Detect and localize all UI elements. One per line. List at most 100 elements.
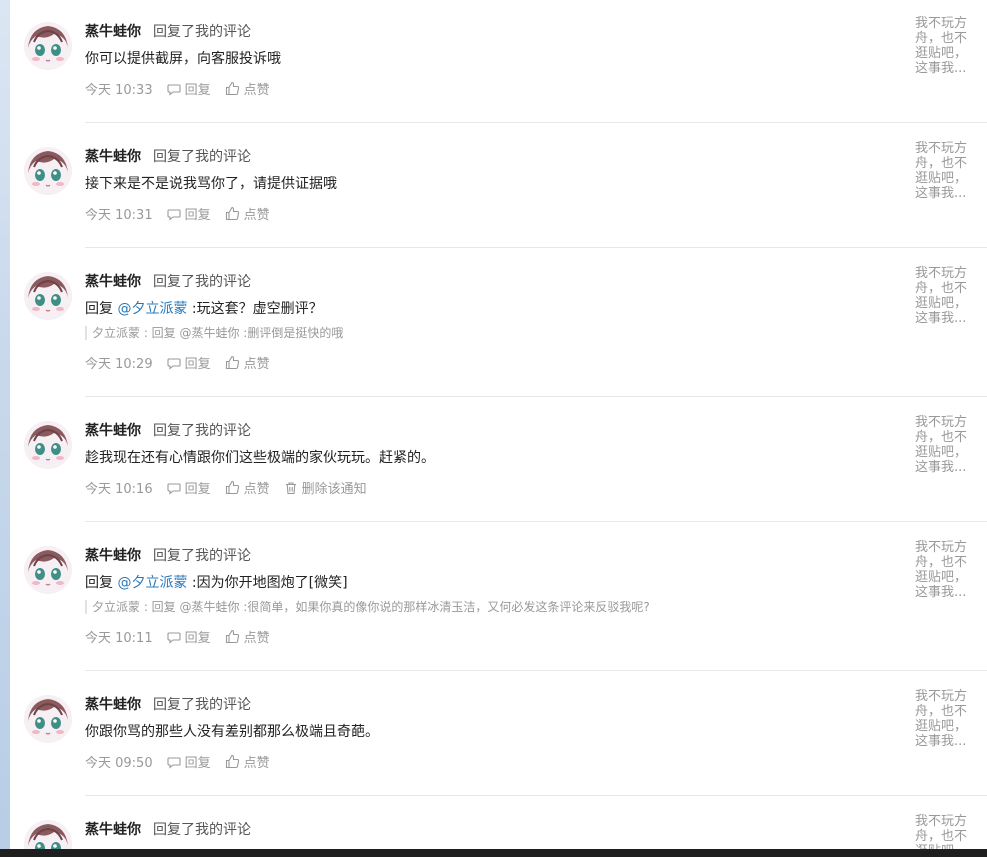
reply-button[interactable]: 回复 — [167, 752, 211, 771]
comment-bubble-icon — [167, 631, 181, 644]
original-post-preview[interactable]: 我不玩方舟，也不逛贴吧，这事我... — [915, 814, 977, 849]
taskbar-edge — [0, 849, 987, 857]
action-text: 回复了我的评论 — [153, 149, 251, 165]
action-text: 回复了我的评论 — [153, 822, 251, 838]
avatar[interactable] — [24, 421, 72, 469]
comment-bubble-icon — [167, 357, 181, 370]
notification-feed: 蒸牛蛙你 回复了我的评论 你可以提供截屏，向客服投诉哦 今天 10:33 回复 … — [10, 0, 987, 857]
like-label: 点赞 — [243, 756, 270, 771]
comment-content: 你跟你骂的那些人没有差别都那么极端且奇葩。 — [85, 721, 865, 741]
original-post-preview[interactable]: 我不玩方舟，也不逛贴吧，这事我... — [915, 266, 977, 326]
like-label: 点赞 — [243, 631, 270, 646]
comment-text-prefix: 回复 — [85, 301, 118, 317]
avatar-image — [24, 695, 72, 743]
meta-row: 今天 09:50 回复 点赞 — [85, 752, 284, 771]
original-post-preview[interactable]: 我不玩方舟，也不逛贴吧，这事我... — [915, 689, 977, 749]
username[interactable]: 蒸牛蛙你 — [85, 146, 141, 166]
thumbs-up-icon — [225, 81, 239, 96]
avatar-image — [24, 147, 72, 195]
comment-bubble-icon — [167, 83, 181, 96]
username[interactable]: 蒸牛蛙你 — [85, 21, 141, 41]
trash-icon — [285, 481, 296, 494]
timestamp: 今天 10:31 — [85, 208, 153, 223]
comment-content: 趁我现在还有心情跟你们这些极端的家伙玩玩。赶紧的。 — [85, 447, 865, 467]
reply-button[interactable]: 回复 — [167, 204, 211, 223]
comment-bubble-icon — [167, 208, 181, 221]
reply-label: 回复 — [184, 357, 211, 372]
username[interactable]: 蒸牛蛙你 — [85, 271, 141, 291]
avatar-image — [24, 22, 72, 70]
username[interactable]: 蒸牛蛙你 — [85, 420, 141, 440]
original-post-preview[interactable]: 我不玩方舟，也不逛贴吧，这事我... — [915, 415, 977, 475]
comment-content: 回复 @夕立派蒙 :玩这套？虚空删评？ — [85, 298, 865, 318]
avatar[interactable] — [24, 272, 72, 320]
delete-label: 删除该通知 — [301, 482, 367, 497]
browser-background-strip — [0, 0, 10, 857]
thumbs-up-icon — [225, 754, 239, 769]
comment-text: :因为你开地图炮了[微笑] — [187, 575, 348, 591]
quoted-comment: 夕立派蒙 : 回复 @蒸牛蛙你 :很简单，如果你真的像你说的那样冰清玉洁，又何必… — [85, 600, 872, 614]
comment-content: 接下来是不是说我骂你了，请提供证据哦 — [85, 173, 865, 193]
comment-bubble-icon — [167, 482, 181, 495]
like-button[interactable]: 点赞 — [225, 79, 270, 98]
mention-link[interactable]: @夕立派蒙 — [117, 301, 187, 317]
notification-item: 蒸牛蛙你 回复了我的评论 回复 @夕立派蒙 :玩这套？虚空删评？ 夕立派蒙 : … — [10, 250, 987, 398]
thumbs-up-icon — [225, 206, 239, 221]
mention-link[interactable]: @夕立派蒙 — [117, 575, 187, 591]
like-label: 点赞 — [243, 357, 270, 372]
thumbs-up-icon — [225, 629, 239, 644]
divider — [85, 795, 987, 796]
like-label: 点赞 — [243, 482, 270, 497]
reply-button[interactable]: 回复 — [167, 353, 211, 372]
reply-label: 回复 — [184, 756, 211, 771]
action-text: 回复了我的评论 — [153, 697, 251, 713]
avatar[interactable] — [24, 147, 72, 195]
action-text: 回复了我的评论 — [153, 24, 251, 40]
like-button[interactable]: 点赞 — [225, 478, 270, 497]
meta-row: 今天 10:33 回复 点赞 — [85, 79, 284, 98]
comment-text: :玩这套？虚空删评？ — [187, 301, 323, 317]
like-button[interactable]: 点赞 — [225, 752, 270, 771]
original-post-preview[interactable]: 我不玩方舟，也不逛贴吧，这事我... — [915, 16, 977, 76]
comment-bubble-icon — [167, 756, 181, 769]
meta-row: 今天 10:11 回复 点赞 — [85, 627, 284, 646]
avatar-image — [24, 421, 72, 469]
delete-notification-button[interactable]: 删除该通知 — [284, 478, 367, 497]
reply-button[interactable]: 回复 — [167, 627, 211, 646]
username[interactable]: 蒸牛蛙你 — [85, 545, 141, 565]
like-button[interactable]: 点赞 — [225, 627, 270, 646]
avatar-image — [24, 546, 72, 594]
notification-item: 蒸牛蛙你 回复了我的评论 你跟你骂的那些人没有差别都那么极端且奇葩。 今天 09… — [10, 673, 987, 796]
like-button[interactable]: 点赞 — [225, 353, 270, 372]
comment-text: 接下来是不是说我骂你了，请提供证据哦 — [85, 176, 337, 192]
action-text: 回复了我的评论 — [153, 423, 251, 439]
username[interactable]: 蒸牛蛙你 — [85, 819, 141, 839]
divider — [85, 521, 987, 522]
notification-item: 蒸牛蛙你 回复了我的评论 回复 @夕立派蒙 :因为你开地图炮了[微笑] 夕立派蒙… — [10, 524, 987, 672]
divider — [85, 122, 987, 123]
like-label: 点赞 — [243, 208, 270, 223]
avatar[interactable] — [24, 820, 72, 849]
divider — [85, 670, 987, 671]
original-post-preview[interactable]: 我不玩方舟，也不逛贴吧，这事我... — [915, 540, 977, 600]
reply-button[interactable]: 回复 — [167, 79, 211, 98]
like-button[interactable]: 点赞 — [225, 204, 270, 223]
comment-text: 趁我现在还有心情跟你们这些极端的家伙玩玩。赶紧的。 — [85, 450, 435, 466]
comment-text: 你跟你骂的那些人没有差别都那么极端且奇葩。 — [85, 724, 379, 740]
like-label: 点赞 — [243, 83, 270, 98]
quoted-comment: 夕立派蒙 : 回复 @蒸牛蛙你 :删评倒是挺快的哦 — [85, 326, 872, 340]
avatar-image — [24, 820, 72, 849]
comment-content: 回复 @夕立派蒙 :因为你开地图炮了[微笑] — [85, 572, 865, 592]
username[interactable]: 蒸牛蛙你 — [85, 694, 141, 714]
timestamp: 今天 10:33 — [85, 83, 153, 98]
notification-item: 蒸牛蛙你 回复了我的评论 趁我现在还有心情跟你们这些极端的家伙玩玩。赶紧的。 今… — [10, 399, 987, 522]
comment-content: 你可以提供截屏，向客服投诉哦 — [85, 48, 865, 68]
avatar[interactable] — [24, 22, 72, 70]
divider — [85, 247, 987, 248]
original-post-preview[interactable]: 我不玩方舟，也不逛贴吧，这事我... — [915, 141, 977, 201]
avatar[interactable] — [24, 695, 72, 743]
timestamp: 今天 10:29 — [85, 357, 153, 372]
reply-button[interactable]: 回复 — [167, 478, 211, 497]
timestamp: 今天 10:16 — [85, 482, 153, 497]
avatar[interactable] — [24, 546, 72, 594]
